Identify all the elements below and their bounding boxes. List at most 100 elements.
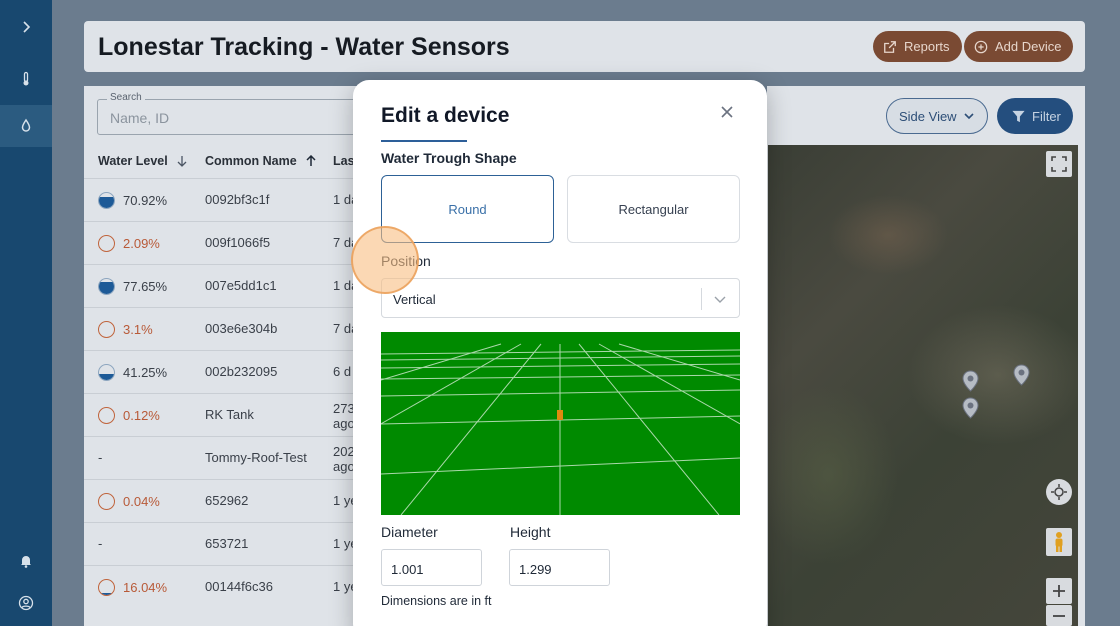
shape-option-round[interactable]: Round <box>381 175 554 243</box>
device-table-body: 70.92% 0092bf3c1f 1 da 2.09% 009f1066f5 7 da 7… <box>84 178 384 608</box>
side-view-label: Side View <box>899 108 957 124</box>
satellite-map[interactable] <box>768 145 1078 626</box>
close-icon[interactable] <box>717 102 737 122</box>
water-level-indicator-icon <box>98 321 115 338</box>
common-name-cell: 653721 <box>205 536 249 551</box>
plus-icon <box>1053 585 1065 597</box>
diameter-label: Diameter <box>381 524 438 540</box>
sidebar-item-water[interactable] <box>0 105 52 147</box>
table-row[interactable]: 41.25% 002b232095 6 d <box>84 350 384 393</box>
last-seen-text: 202 <box>333 444 355 459</box>
recenter-button[interactable] <box>1046 479 1072 505</box>
common-name-cell: 003e6e304b <box>205 321 278 336</box>
last-seen-text: ago <box>333 459 355 474</box>
chevron-right-icon <box>23 21 31 33</box>
sidebar <box>0 0 52 626</box>
plus-circle-icon <box>974 40 988 53</box>
common-name-cell: RK Tank <box>205 407 254 422</box>
map-pin-icon[interactable] <box>962 397 979 419</box>
water-level-indicator-icon <box>98 192 115 209</box>
column-header-common-name[interactable]: Common Name <box>205 154 317 168</box>
water-level-cell: 41.25% <box>98 364 167 381</box>
water-level-value: - <box>98 450 103 465</box>
table-row[interactable]: 16.04% 00144f6c36 1 ye <box>84 565 384 608</box>
search-input[interactable]: Search Name, ID <box>97 92 367 135</box>
diameter-input[interactable]: 1.001 <box>381 549 482 586</box>
column-header-water-level[interactable]: Water Level <box>98 154 188 168</box>
last-seen-cell: 273 ago <box>333 401 355 431</box>
water-level-indicator-icon <box>98 278 115 295</box>
account-button[interactable] <box>0 582 52 624</box>
edit-device-modal: Edit a device Water Trough Shape Round R… <box>353 80 767 626</box>
add-device-button[interactable]: Add Device <box>964 31 1074 62</box>
water-level-cell: 3.1% <box>98 321 153 338</box>
common-name-cell: 002b232095 <box>205 364 278 379</box>
water-level-cell: 2.09% <box>98 235 160 252</box>
preview-grid <box>381 343 740 515</box>
side-view-dropdown[interactable]: Side View <box>886 98 988 134</box>
reports-button[interactable]: Reports <box>873 31 962 62</box>
sensor-marker <box>557 410 563 420</box>
filter-icon <box>1012 110 1025 122</box>
water-level-value: 0.12% <box>123 408 160 423</box>
table-row[interactable]: - Tommy-Roof-Test 202 ago <box>84 436 384 479</box>
expand-sidebar-button[interactable] <box>0 6 52 48</box>
position-select[interactable]: Vertical <box>381 278 740 318</box>
external-link-icon <box>884 40 896 53</box>
water-level-value: - <box>98 536 103 551</box>
position-select-value: Vertical <box>393 292 436 307</box>
fullscreen-button[interactable] <box>1046 151 1072 177</box>
table-row[interactable]: -653721 1 ye <box>84 522 384 565</box>
water-level-value: 77.65% <box>123 279 168 294</box>
street-view-button[interactable] <box>1046 528 1072 556</box>
common-name-cell: 652962 <box>205 493 249 508</box>
table-row[interactable]: 3.1% 003e6e304b 7 da <box>84 307 384 350</box>
shape-option-rectangular[interactable]: Rectangular <box>567 175 740 243</box>
trough-3d-preview[interactable] <box>381 332 740 515</box>
chevron-down-icon <box>714 296 726 303</box>
fullscreen-icon <box>1051 156 1067 172</box>
water-level-value: 2.09% <box>123 236 160 251</box>
table-row[interactable]: 77.65% 007e5dd1c1 1 da <box>84 264 384 307</box>
water-level-cell: 0.04% <box>98 493 160 510</box>
water-level-cell: - <box>98 450 102 465</box>
zoom-in-button[interactable] <box>1046 578 1072 604</box>
add-device-button-label: Add Device <box>995 39 1062 54</box>
table-row[interactable]: 0.04% 652962 1 ye <box>84 479 384 522</box>
common-name-cell: 00144f6c36 <box>205 579 273 594</box>
map-pin-icon[interactable] <box>962 370 979 392</box>
table-row[interactable]: 70.92% 0092bf3c1f 1 da <box>84 178 384 221</box>
notifications-button[interactable] <box>0 540 52 582</box>
table-row[interactable]: 2.09% 009f1066f5 7 da <box>84 221 384 264</box>
column-header-label: Las <box>333 154 355 168</box>
thermometer-icon <box>23 71 29 86</box>
water-level-cell: 0.12% <box>98 407 160 424</box>
column-header-last-seen[interactable]: Las <box>333 154 355 168</box>
last-seen-cell: 202 ago <box>333 444 355 474</box>
water-level-indicator-icon <box>98 364 115 381</box>
sidebar-item-temperature[interactable] <box>0 58 52 100</box>
height-input[interactable]: 1.299 <box>509 549 610 586</box>
table-row[interactable]: 0.12% RK Tank 273 ago <box>84 393 384 436</box>
last-seen-text: ago <box>333 416 355 431</box>
filter-button[interactable]: Filter <box>997 98 1073 134</box>
last-seen-text: 273 <box>333 401 355 416</box>
last-seen-cell: 6 d <box>333 364 351 379</box>
water-level-indicator-icon <box>98 579 115 596</box>
column-header-label: Water Level <box>98 154 168 168</box>
common-name-cell: Tommy-Roof-Test <box>205 450 307 465</box>
modal-title: Edit a device <box>381 104 510 127</box>
map-pin-icon[interactable] <box>1013 364 1030 386</box>
click-indicator <box>351 226 419 294</box>
shape-section-label: Water Trough Shape <box>381 150 517 166</box>
zoom-out-button[interactable] <box>1046 605 1072 626</box>
bell-icon <box>21 556 31 568</box>
units-note: Dimensions are in ft <box>381 594 492 608</box>
minus-icon <box>1053 614 1065 617</box>
select-separator <box>701 288 702 310</box>
water-level-value: 41.25% <box>123 365 168 380</box>
filter-label: Filter <box>1032 108 1061 124</box>
water-level-cell: 70.92% <box>98 192 167 209</box>
water-level-indicator-icon <box>98 235 115 252</box>
height-label: Height <box>510 524 551 540</box>
